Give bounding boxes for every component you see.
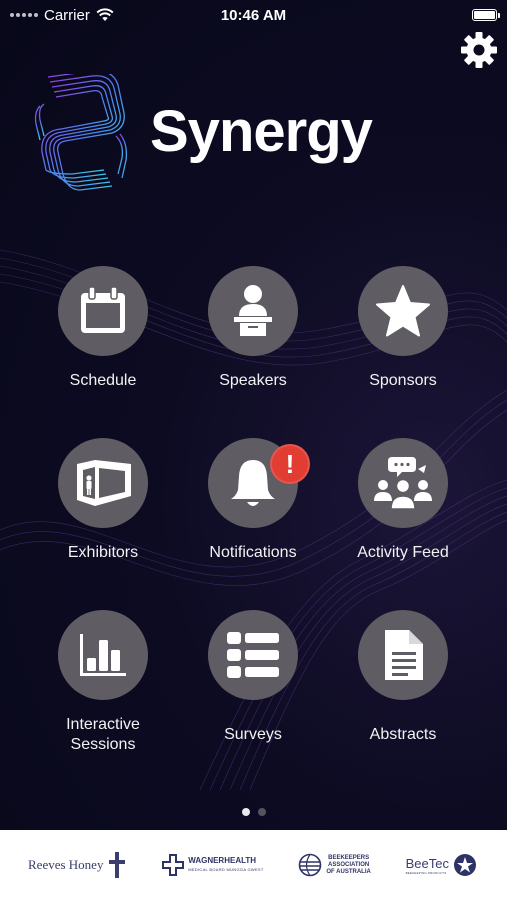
speaker-podium-icon bbox=[234, 285, 272, 336]
tile-label-abstracts: Abstracts bbox=[369, 726, 437, 743]
reeves-honey-logo-text: Reeves Honey bbox=[28, 857, 104, 872]
wifi-icon bbox=[96, 8, 114, 21]
tile-label-surveys: Surveys bbox=[224, 726, 282, 743]
tile-speakers[interactable]: Speakers bbox=[178, 266, 328, 416]
page-dot-2[interactable] bbox=[257, 808, 266, 816]
beekeepers-line-2: ASSOCIATION bbox=[328, 861, 370, 868]
tile-abstracts[interactable]: Abstracts bbox=[328, 610, 478, 760]
sponsor-beetec[interactable]: BeeTec BEEKEEPING PRODUCTS bbox=[406, 853, 477, 877]
battery-level bbox=[474, 11, 495, 19]
tile-label-interactive-sessions: Interactive Sessions bbox=[66, 716, 140, 753]
tile-notifications[interactable]: ! Notifications bbox=[178, 438, 328, 588]
brand-name: Synergy bbox=[150, 99, 373, 164]
tile-exhibitors[interactable]: Exhibitors bbox=[28, 438, 178, 588]
beekeepers-line-3: OF AUSTRALIA bbox=[326, 868, 371, 875]
status-time: 10:46 AM bbox=[220, 6, 287, 24]
page-indicator bbox=[0, 808, 507, 816]
sponsor-wagner-health[interactable]: WAGNERHEALTH MEDICAL BOARD MUNGGA GWEST bbox=[162, 854, 263, 876]
star-icon bbox=[376, 285, 430, 337]
speakers-circle bbox=[208, 266, 298, 356]
sponsor-bar: Reeves Honey WAGNERHEALTH MEDICAL BOARD … bbox=[0, 830, 507, 900]
tile-label-exhibitors: Exhibitors bbox=[67, 544, 139, 561]
beetec-name: BeeTec bbox=[405, 855, 449, 871]
tile-sponsors[interactable]: Sponsors bbox=[328, 266, 478, 416]
tile-label-activity-feed: Activity Feed bbox=[357, 544, 449, 561]
status-bar: Carrier 10:46 AM bbox=[0, 0, 507, 30]
exhibition-booth-icon bbox=[77, 460, 131, 506]
wagner-health-logo-icon bbox=[162, 854, 185, 876]
interactive-sessions-circle bbox=[58, 610, 148, 700]
beekeepers-logo-text: BEEKEEPERS ASSOCIATION OF AUSTRALIA bbox=[326, 855, 370, 876]
gear-icon[interactable] bbox=[459, 30, 499, 70]
app-screen: Carrier 10:46 AM Synergy Schedule Speake… bbox=[0, 0, 507, 830]
tile-activity-feed[interactable]: Activity Feed bbox=[328, 438, 478, 588]
wagner-health-sub: MEDICAL BOARD MUNGGA GWEST bbox=[188, 867, 264, 872]
page-dot-1[interactable] bbox=[241, 808, 250, 816]
surveys-circle bbox=[208, 610, 298, 700]
exhibitors-circle bbox=[58, 438, 148, 528]
abstracts-circle bbox=[358, 610, 448, 700]
sponsor-reeves-honey[interactable]: Reeves Honey bbox=[28, 851, 127, 879]
list-icon bbox=[227, 632, 279, 678]
notifications-circle: ! bbox=[208, 438, 310, 528]
beekeepers-line-1: BEEKEEPERS bbox=[328, 854, 370, 861]
notification-badge: ! bbox=[270, 444, 310, 484]
sponsor-beekeepers-association[interactable]: BEEKEEPERS ASSOCIATION OF AUSTRALIA bbox=[298, 853, 371, 877]
bar-chart-icon bbox=[80, 634, 126, 676]
reeves-honey-cross-icon bbox=[109, 852, 126, 878]
signal-icon bbox=[10, 13, 38, 17]
wagner-health-logo-text: WAGNERHEALTH MEDICAL BOARD MUNGGA GWEST bbox=[188, 856, 263, 874]
document-icon bbox=[385, 630, 423, 680]
globe-icon bbox=[299, 853, 322, 877]
schedule-circle bbox=[58, 266, 148, 356]
battery-icon bbox=[472, 9, 500, 21]
beetec-star-icon bbox=[453, 854, 476, 876]
tile-label-speakers: Speakers bbox=[219, 372, 287, 389]
carrier-label: Carrier bbox=[44, 6, 90, 24]
calendar-icon bbox=[81, 286, 125, 333]
activity-feed-circle bbox=[358, 438, 448, 528]
group-chat-icon bbox=[374, 457, 432, 510]
tile-label-schedule: Schedule bbox=[69, 372, 137, 389]
tile-interactive-sessions[interactable]: Interactive Sessions bbox=[28, 610, 178, 760]
status-left: Carrier bbox=[10, 7, 114, 24]
beetec-logo-text: BeeTec BEEKEEPING PRODUCTS bbox=[406, 856, 449, 875]
tile-label-sponsors: Sponsors bbox=[369, 372, 437, 389]
tile-surveys[interactable]: Surveys bbox=[178, 610, 328, 760]
tile-label-notifications: Notifications bbox=[209, 544, 297, 561]
beetec-sub: BEEKEEPING PRODUCTS bbox=[405, 870, 447, 875]
tile-schedule[interactable]: Schedule bbox=[28, 266, 178, 416]
sponsors-circle bbox=[358, 266, 448, 356]
wagner-health-name: WAGNERHEALTH bbox=[188, 856, 257, 865]
synergy-logo-icon bbox=[34, 74, 128, 191]
